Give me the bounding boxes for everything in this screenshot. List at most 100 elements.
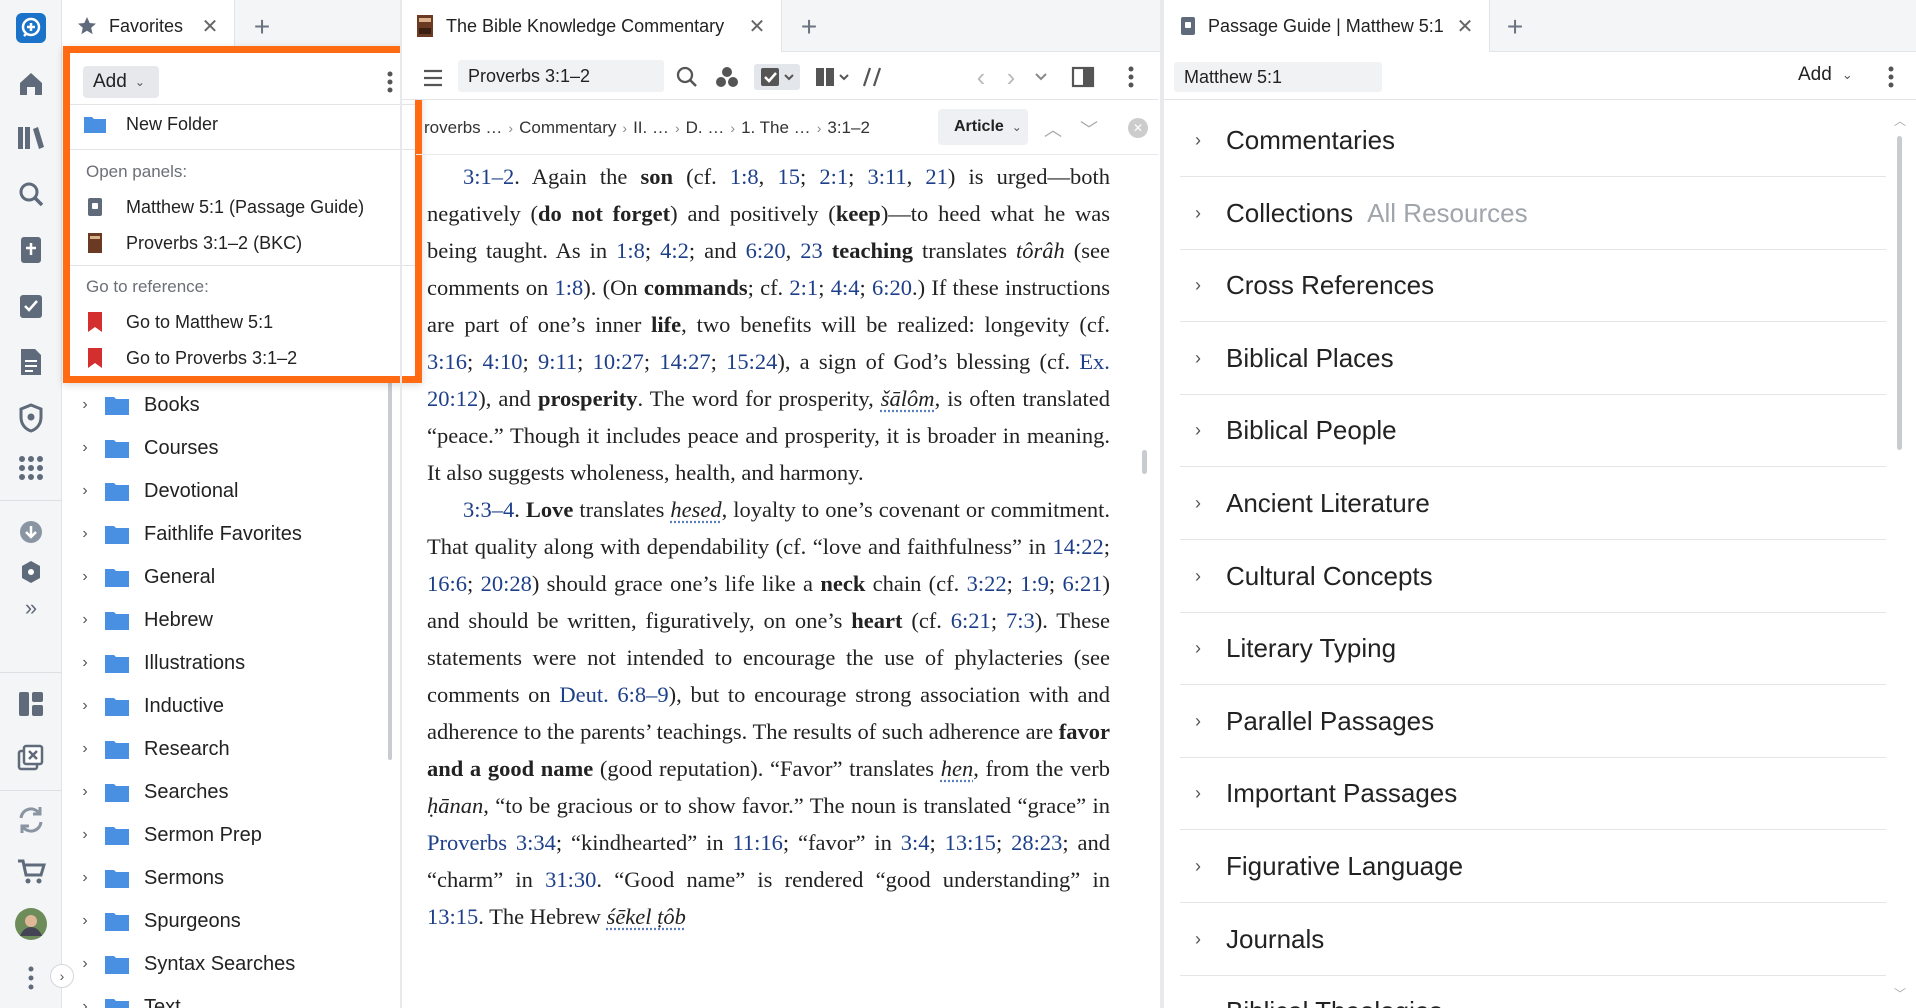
logos-add-icon[interactable] [13,10,49,46]
previous-result-icon[interactable]: ︿ [1044,116,1062,142]
favorites-folder-row[interactable]: › Syntax Searches [76,943,295,985]
guide-section-row[interactable]: › Biblical Theologies [1180,976,1886,1008]
chevron-right-icon[interactable]: › [76,826,94,844]
reading-plan-icon[interactable] [13,288,49,324]
favorites-folder-row[interactable]: › Sermon Prep [76,814,262,856]
favorites-folder-row[interactable]: › Illustrations [76,642,245,684]
favorites-folder-row[interactable]: › Research [76,728,229,770]
chevron-right-icon[interactable]: › [1184,711,1212,732]
home-icon[interactable] [13,66,49,102]
guide-scrollbar[interactable]: ︿ ﹀ [1894,112,1908,1002]
guide-section-row[interactable]: › Journals [1180,904,1886,976]
reference-input[interactable]: Matthew 5:1 [1174,62,1382,92]
guides-icon[interactable] [13,232,49,268]
sync-icon[interactable] [13,802,49,838]
menu-icon[interactable] [420,65,446,91]
chevron-right-icon[interactable]: › [1184,275,1212,296]
reference-input[interactable]: Proverbs 3:1–2 [458,60,664,92]
cart-icon[interactable] [13,854,49,890]
factbook-icon[interactable] [13,554,49,590]
clear-icon[interactable]: ✕ [1128,118,1148,138]
add-button[interactable]: Add ⌄ [1798,64,1853,86]
guide-section-row[interactable]: › Cross References [1180,250,1886,323]
forward-icon[interactable]: › [998,62,1024,92]
chevron-right-icon[interactable]: › [76,611,94,629]
chevron-right-icon[interactable]: › [1184,566,1212,587]
guide-section-row[interactable]: › Biblical People [1180,395,1886,468]
search-icon[interactable] [674,64,700,90]
open-panel-item[interactable]: Matthew 5:1 (Passage Guide) [82,190,409,224]
avatar[interactable] [13,906,49,942]
favorites-folder-row[interactable]: › Hebrew [76,599,213,641]
breadcrumb-item[interactable]: II. … [633,118,669,138]
collapse-chevron-icon[interactable]: › [50,964,74,988]
favorites-folder-row[interactable]: › Spurgeons [76,900,240,942]
guide-section-row[interactable]: › Cultural Concepts [1180,541,1886,613]
search-icon[interactable] [13,176,49,212]
back-icon[interactable]: ‹ [968,62,994,92]
layouts-icon[interactable] [13,686,49,722]
tab-commentary[interactable]: The Bible Knowledge Commentary ✕ [402,0,782,52]
panel-menu-icon[interactable] [1118,64,1144,90]
breadcrumb-item[interactable]: D. … [686,118,725,138]
panel-divider[interactable] [1160,0,1164,1008]
chevron-right-icon[interactable]: › [76,525,94,543]
open-panel-item[interactable]: Proverbs 3:1–2 (BKC) [82,226,409,260]
go-to-reference-item[interactable]: Go to Proverbs 3:1–2 [82,341,409,375]
chevron-right-icon[interactable]: › [76,869,94,887]
add-tab-button[interactable]: + [794,11,824,42]
chevron-right-icon[interactable]: › [76,912,94,930]
guide-section-row[interactable]: › Important Passages [1180,758,1886,831]
panel-menu-icon[interactable] [1878,64,1904,90]
chevron-right-icon[interactable]: › [76,998,94,1008]
apps-icon[interactable] [13,450,49,486]
chevron-right-icon[interactable]: › [1184,1001,1212,1008]
favorites-folder-row[interactable]: › Searches [76,771,228,813]
favorites-folder-row[interactable]: › Text [76,986,181,1008]
guide-section-row[interactable]: › Collections All Resources [1180,178,1886,250]
guide-section-row[interactable]: › Commentaries [1180,105,1886,177]
close-icon[interactable]: ✕ [1453,14,1477,38]
library-icon[interactable] [13,120,49,156]
favorites-folder-row[interactable]: › Inductive [76,685,224,727]
history-dropdown-icon[interactable] [1028,64,1054,90]
add-tab-button[interactable]: + [247,11,277,42]
guide-section-row[interactable]: › Biblical Places [1180,323,1886,395]
shield-icon[interactable] [13,400,49,436]
favorites-folder-row[interactable]: › Faithlife Favorites [76,513,302,555]
inline-toggle-icon[interactable] [754,64,800,90]
columns-icon[interactable] [812,64,856,90]
close-icon[interactable]: ✕ [745,14,769,38]
guide-section-row[interactable]: › Ancient Literature [1180,468,1886,540]
breadcrumb-item[interactable]: roverbs … [424,118,502,138]
guide-section-row[interactable]: › Literary Typing [1180,613,1886,686]
chevron-right-icon[interactable]: › [76,955,94,973]
chevron-right-icon[interactable]: › [76,654,94,672]
tab-passage-guide[interactable]: Passage Guide | Matthew 5:1 ✕ [1164,0,1490,52]
chevron-right-icon[interactable]: › [1184,856,1212,877]
view-mode-dropdown[interactable]: Article ⌄ [938,109,1028,145]
chevron-right-icon[interactable]: › [1184,493,1212,514]
commentary-scrollbar[interactable] [1140,160,1150,1000]
more-icon[interactable] [13,960,49,996]
chevron-right-icon[interactable]: › [1184,638,1212,659]
chevron-right-icon[interactable]: › [1184,929,1212,950]
close-icon[interactable]: ✕ [198,14,222,38]
chevron-right-icon[interactable]: › [1184,783,1212,804]
chevron-right-icon[interactable]: › [1184,420,1212,441]
expand-icon[interactable]: » [13,590,49,626]
guide-section-row[interactable]: › Parallel Passages [1180,686,1886,758]
chevron-right-icon[interactable]: › [76,482,94,500]
chevron-right-icon[interactable]: › [76,783,94,801]
chevron-right-icon[interactable]: › [1184,348,1212,369]
chevron-right-icon[interactable]: › [76,396,94,414]
add-tab-button[interactable]: + [1500,11,1530,42]
favorites-folder-row[interactable]: › Books [76,384,199,426]
chevron-right-icon[interactable]: › [76,740,94,758]
chevron-right-icon[interactable]: › [76,568,94,586]
next-result-icon[interactable]: ﹀ [1080,116,1098,142]
favorites-folder-row[interactable]: › Devotional [76,470,238,512]
tab-favorites[interactable]: Favorites ✕ [63,0,235,52]
new-folder-item[interactable]: New Folder [82,107,409,141]
parallel-icon[interactable] [860,64,886,90]
